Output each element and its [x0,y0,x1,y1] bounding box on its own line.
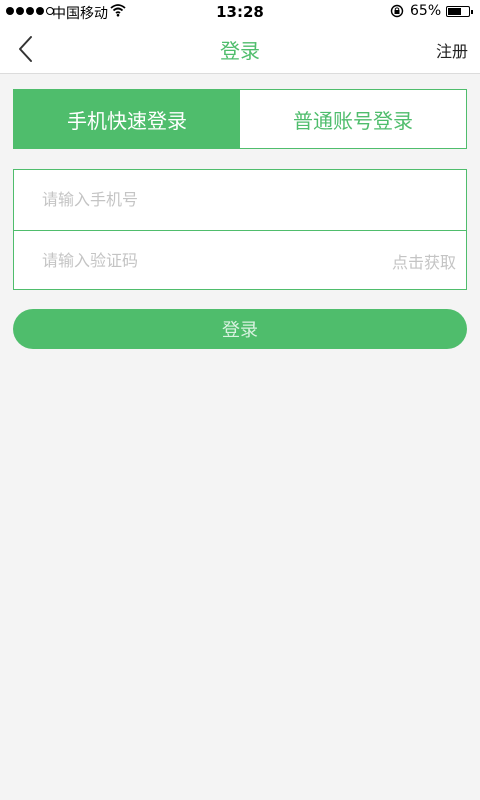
status-bar: 中国移动 13:28 65% [0,0,480,24]
page-title: 登录 [220,39,260,63]
battery-fill [448,8,461,15]
tab-account-login[interactable]: 普通账号登录 [240,90,466,148]
navigation-bar: 登录 注册 [0,24,480,74]
get-code-button[interactable]: 点击获取 [392,249,456,273]
verification-code-input[interactable] [42,231,372,289]
battery-icon [446,6,473,17]
tab-phone-quick-login[interactable]: 手机快速登录 [14,90,240,148]
login-button[interactable]: 登录 [13,309,467,349]
clock: 13:28 [216,3,264,21]
phone-row [14,170,466,230]
battery-percentage: 65% [410,3,442,19]
login-mode-tabs: 手机快速登录 普通账号登录 [13,89,467,149]
register-button[interactable]: 注册 [436,38,468,62]
rotation-lock-icon [390,4,404,22]
code-row: 点击获取 [14,230,466,291]
login-form: 点击获取 [13,169,467,290]
phone-input[interactable] [42,170,372,228]
